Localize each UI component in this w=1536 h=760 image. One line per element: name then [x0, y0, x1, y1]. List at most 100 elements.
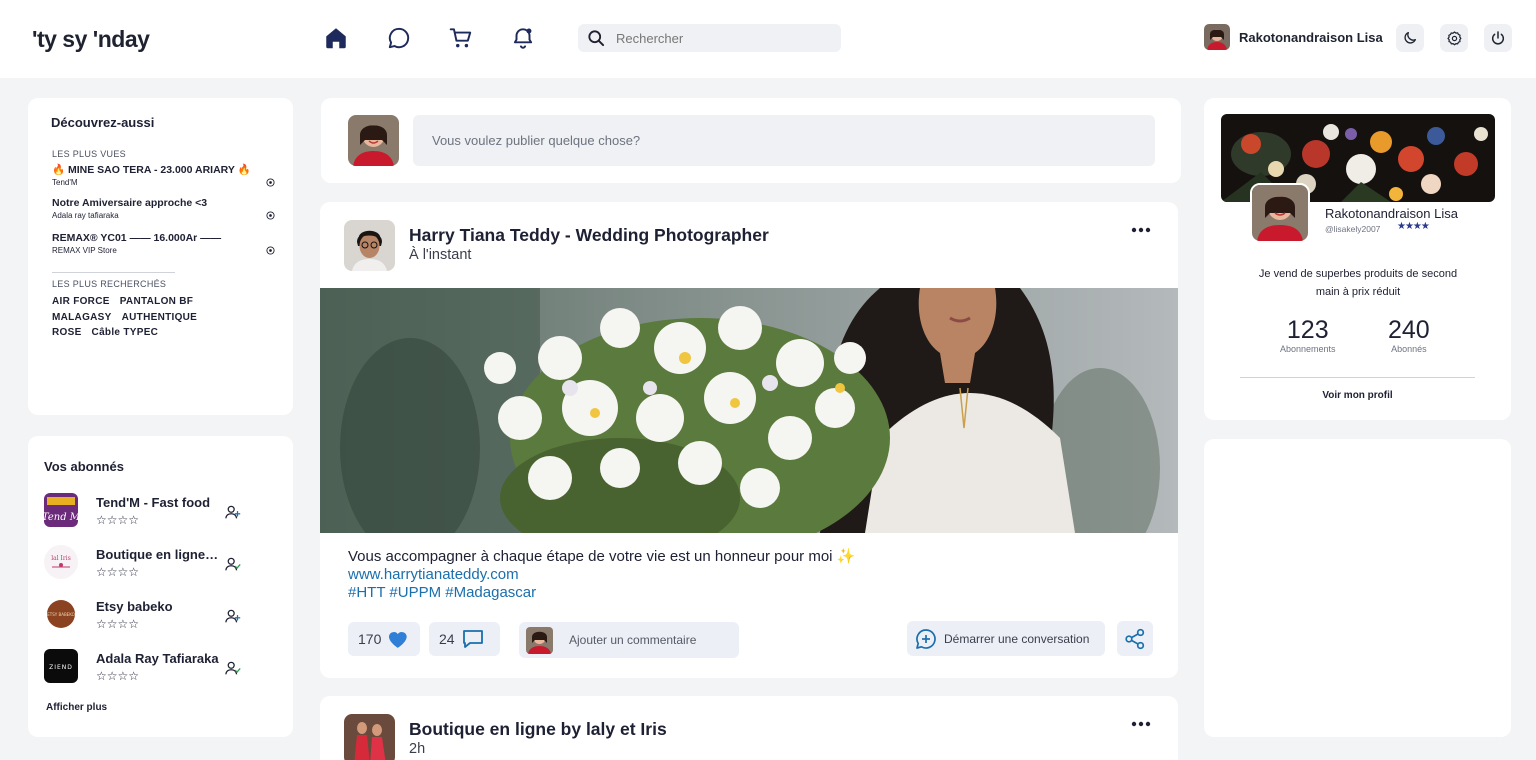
discover-title: Découvrez-aussi	[51, 115, 155, 130]
subscriber-avatar[interactable]: lal Iris	[44, 545, 78, 579]
add-user-icon[interactable]	[224, 607, 242, 625]
discover-item[interactable]: 🔥 MINE SAO TERA - 23.000 ARIARY 🔥 Tend'M	[52, 163, 275, 187]
share-button[interactable]	[1117, 621, 1153, 656]
subscriber-avatar[interactable]: ZIEND	[44, 649, 78, 683]
search-tags: AIR FORCE PANTALON BF MALAGASY AUTHENTIQUE…	[52, 294, 272, 341]
search-tag[interactable]: ROSE	[52, 327, 82, 338]
following-stat[interactable]: 123 Abonnements	[1280, 316, 1336, 354]
followers-stat[interactable]: 240 Abonnés	[1388, 316, 1430, 354]
current-user[interactable]: Rakotonandraison Lisa	[1204, 24, 1383, 50]
subscriber-name[interactable]: Boutique en ligne by laly et Iris	[96, 547, 220, 562]
like-button[interactable]: 170	[348, 622, 420, 656]
notification-bell-icon[interactable]	[509, 24, 537, 52]
discover-item-store: Adala ray tafiaraka	[52, 211, 119, 220]
profile-avatar[interactable]	[1250, 183, 1310, 243]
more-options-icon[interactable]	[1130, 718, 1152, 730]
add-user-icon[interactable]	[224, 503, 242, 521]
dark-mode-toggle[interactable]	[1396, 24, 1424, 52]
search-tag[interactable]: AUTHENTIQUE	[122, 312, 198, 323]
comment-box[interactable]	[519, 622, 739, 658]
profile-rating-stars: ★★★★	[1397, 221, 1430, 232]
user-avatar[interactable]	[1204, 24, 1230, 50]
profile-handle: @lisakely2007	[1325, 224, 1381, 234]
search-tag[interactable]: Câble TYPEC	[92, 327, 159, 338]
composer-avatar	[348, 115, 399, 166]
svg-text:Tend M: Tend M	[44, 512, 78, 523]
search-tag[interactable]: MALAGASY	[52, 312, 112, 323]
subscriber-row[interactable]: Tend M Tend'M - Fast food ☆☆☆☆	[44, 493, 254, 529]
post-link[interactable]: www.harrytianateddy.com	[348, 566, 1148, 584]
rating-stars: ☆☆☆☆	[96, 617, 140, 631]
subscriber-avatar[interactable]: ETSY BABEKO	[44, 597, 78, 631]
user-name[interactable]: Rakotonandraison Lisa	[1239, 30, 1383, 45]
post-composer-input[interactable]	[413, 115, 1155, 166]
start-conversation-button[interactable]: Démarrer une conversation	[907, 621, 1105, 656]
comments-button[interactable]: 24	[429, 622, 500, 656]
top-bar: 'ty sy 'nday Rakotonandraison Lisa	[0, 0, 1536, 78]
comment-count: 24	[439, 631, 455, 647]
start-conversation-label: Démarrer une conversation	[944, 631, 1090, 646]
commenter-avatar	[526, 626, 553, 654]
subscribers-card: Vos abonnés Tend M Tend'M - Fast food ☆☆…	[28, 436, 293, 737]
rating-stars: ☆☆☆☆	[96, 565, 140, 579]
discover-item[interactable]: REMAX® YC01 —— 16.000Ar —— REMAX VIP Sto…	[52, 232, 275, 255]
discover-item-title[interactable]: REMAX® YC01 —— 16.000Ar ——	[52, 232, 252, 244]
subscriber-row[interactable]: ETSY BABEKO Etsy babeko ☆☆☆☆	[44, 597, 254, 633]
settings-button[interactable]	[1440, 24, 1468, 52]
search-tag[interactable]: AIR FORCE	[52, 296, 110, 307]
post-card: Harry Tiana Teddy - Wedding Photographer…	[320, 202, 1178, 678]
post-author-avatar[interactable]	[344, 220, 395, 271]
comment-icon	[462, 630, 483, 648]
share-icon	[1125, 628, 1145, 649]
comment-input[interactable]	[569, 633, 729, 647]
subscriber-name[interactable]: Tend'M - Fast food	[96, 495, 210, 510]
home-icon[interactable]	[322, 24, 350, 52]
chat-icon[interactable]	[385, 24, 413, 52]
gear-icon	[1446, 30, 1461, 45]
search-input[interactable]	[616, 30, 836, 46]
profile-card: Rakotonandraison Lisa @lisakely2007 ★★★★…	[1204, 98, 1511, 420]
post-card: Boutique en ligne by laly et Iris 2h	[320, 696, 1178, 760]
discover-card: Découvrez-aussi LES PLUS VUES 🔥 MINE SAO…	[28, 98, 293, 415]
post-hashtags[interactable]: #HTT #UPPM #Madagascar	[348, 584, 1148, 602]
svg-text:ZIEND: ZIEND	[49, 664, 73, 671]
search-tag[interactable]: PANTALON BF	[120, 296, 193, 307]
subscriber-row[interactable]: ZIEND Adala Ray Tafiaraka ☆☆☆☆	[44, 649, 254, 685]
subscriber-name[interactable]: Adala Ray Tafiaraka	[96, 651, 219, 666]
subscriber-name[interactable]: Etsy babeko	[96, 599, 173, 614]
view-icon	[266, 246, 275, 255]
show-more-link[interactable]: Afficher plus	[46, 702, 107, 713]
svg-text:ETSY BABEKO: ETSY BABEKO	[47, 612, 75, 617]
user-check-icon[interactable]	[224, 555, 242, 573]
like-count: 170	[358, 631, 382, 647]
search-bar[interactable]	[578, 24, 841, 52]
profile-name[interactable]: Rakotonandraison Lisa	[1325, 206, 1458, 221]
post-timestamp: À l'instant	[409, 247, 472, 263]
more-options-icon[interactable]	[1130, 224, 1152, 236]
user-check-icon[interactable]	[224, 659, 242, 677]
right-sidebar-panel	[1204, 439, 1511, 737]
post-body: Vous accompagner à chaque étape de votre…	[348, 548, 1148, 602]
view-icon	[266, 211, 275, 220]
logout-button[interactable]	[1484, 24, 1512, 52]
divider	[52, 272, 175, 273]
post-author-name[interactable]: Boutique en ligne by laly et Iris	[409, 719, 667, 740]
discover-item-title[interactable]: 🔥 MINE SAO TERA - 23.000 ARIARY 🔥	[52, 163, 252, 176]
search-icon	[588, 30, 605, 47]
view-icon	[266, 178, 275, 187]
rating-stars: ☆☆☆☆	[96, 513, 140, 527]
app-logo[interactable]: 'ty sy 'nday	[32, 26, 150, 53]
heart-icon	[389, 632, 408, 648]
view-profile-link[interactable]: Voir mon profil	[1204, 390, 1511, 401]
discover-item[interactable]: Notre Amiversaire approche <3 Adala ray …	[52, 197, 275, 220]
post-image[interactable]	[320, 288, 1178, 533]
post-author-avatar[interactable]	[344, 714, 395, 760]
cart-icon[interactable]	[447, 24, 475, 52]
discover-item-title[interactable]: Notre Amiversaire approche <3	[52, 197, 252, 209]
most-viewed-label: LES PLUS VUES	[52, 149, 126, 159]
divider	[1240, 377, 1475, 378]
subscriber-avatar[interactable]: Tend M	[44, 493, 78, 527]
post-caption: Vous accompagner à chaque étape de votre…	[348, 548, 856, 565]
subscriber-row[interactable]: lal Iris Boutique en ligne by laly et Ir…	[44, 545, 254, 581]
post-author-name[interactable]: Harry Tiana Teddy - Wedding Photographer	[409, 225, 769, 246]
